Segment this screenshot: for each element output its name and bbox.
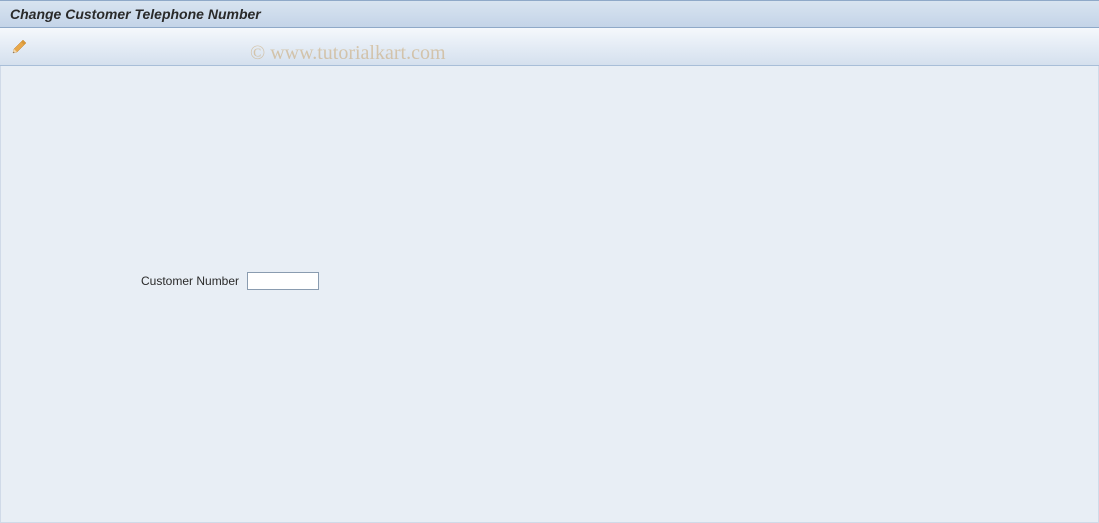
toolbar <box>0 28 1099 66</box>
customer-number-row: Customer Number <box>141 272 319 290</box>
customer-number-input[interactable] <box>247 272 319 290</box>
edit-button[interactable] <box>8 35 32 59</box>
page-title: Change Customer Telephone Number <box>10 6 261 22</box>
title-bar: Change Customer Telephone Number <box>0 0 1099 28</box>
pencil-icon <box>12 39 28 55</box>
customer-number-label: Customer Number <box>141 274 239 288</box>
main-content-area: Customer Number <box>0 66 1099 523</box>
